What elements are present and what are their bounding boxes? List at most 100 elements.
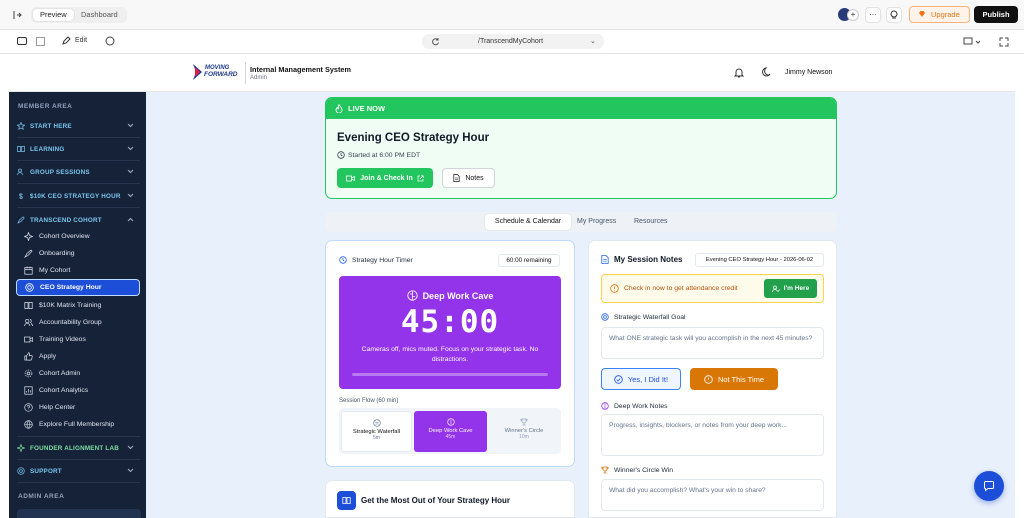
sidebar-section-founder-alignment[interactable]: FOUNDER ALIGNMENT LAB bbox=[17, 440, 140, 456]
sidebar-item-cohort-analytics[interactable]: Cohort Analytics bbox=[16, 382, 140, 398]
did-it-button[interactable]: Yes, I Did It! bbox=[601, 368, 681, 390]
refresh-icon[interactable] bbox=[431, 37, 440, 46]
avatar[interactable]: + bbox=[838, 8, 860, 22]
deep-work-input[interactable]: Progress, insights, blockers, or notes f… bbox=[601, 414, 824, 456]
url-bar[interactable]: /TranscendMyCohort ⌄ bbox=[422, 34, 604, 49]
sidebar-item-training-videos[interactable]: Training Videos bbox=[16, 331, 140, 347]
section-label: TRANSCEND COHORT bbox=[30, 216, 102, 224]
timer-title-label: Strategy Hour Timer bbox=[352, 256, 413, 264]
sidebar-item-label: Cohort Overview bbox=[39, 232, 90, 240]
sidebar-item-cohort-overview[interactable]: Cohort Overview bbox=[16, 228, 140, 244]
resource-card-title: Get the Most Out of Your Strategy Hour bbox=[361, 496, 511, 505]
book-open-icon bbox=[24, 301, 33, 310]
check-in-prompt: Check in now to get attendance credit bbox=[610, 284, 738, 293]
notes-label: Notes bbox=[465, 174, 484, 182]
join-check-in-button[interactable]: Join & Check In bbox=[337, 168, 433, 188]
sparkle-icon bbox=[17, 444, 25, 452]
sidebar-item-label: Training Videos bbox=[39, 335, 86, 343]
flow-step-strategic-waterfall[interactable]: Strategic Waterfall 5m bbox=[341, 411, 412, 452]
sidebar-item-help-center[interactable]: Help Center bbox=[16, 399, 140, 415]
grid-view-icon[interactable] bbox=[36, 37, 45, 46]
tab-my-progress[interactable]: My Progress bbox=[577, 214, 616, 230]
sidebar-item-accountability-group[interactable]: Accountability Group bbox=[16, 314, 140, 330]
sidebar-section-group-sessions[interactable]: GROUP SESSIONS bbox=[17, 164, 140, 180]
winner-input[interactable]: What did you accomplish? What's your win… bbox=[601, 479, 824, 511]
device-icon[interactable] bbox=[963, 37, 981, 47]
sidebar-section-start-here[interactable]: START HERE bbox=[17, 118, 140, 134]
flow-step-winners-circle[interactable]: Winner's Circle 10m bbox=[489, 411, 559, 452]
x-circle-icon bbox=[704, 374, 713, 384]
fullscreen-icon[interactable] bbox=[999, 37, 1009, 47]
check-in-alert: Check in now to get attendance credit I'… bbox=[601, 274, 824, 303]
moon-icon[interactable] bbox=[762, 67, 772, 77]
palette-icon[interactable] bbox=[105, 36, 115, 46]
chevron-down-icon[interactable]: ⌄ bbox=[590, 34, 596, 49]
did-it-label: Yes, I Did It! bbox=[627, 374, 669, 384]
sidebar-section-ceo-strategy-hour[interactable]: $10K CEO STRATEGY HOUR bbox=[17, 188, 140, 204]
thumbs-up-icon bbox=[24, 351, 33, 361]
alert-icon bbox=[610, 284, 619, 293]
sidebar-item-label: Onboarding bbox=[39, 249, 75, 257]
sidebar-item-label: $10K Matrix Training bbox=[39, 301, 102, 309]
tab-resources[interactable]: Resources bbox=[634, 214, 667, 230]
deep-work-label-text: Deep Work Notes bbox=[614, 402, 668, 410]
book-icon bbox=[17, 145, 25, 153]
url-text: /TranscendMyCohort bbox=[478, 38, 544, 45]
live-banner-label: LIVE NOW bbox=[348, 104, 386, 113]
sidebar-item-apply[interactable]: Apply bbox=[16, 348, 140, 364]
im-here-button[interactable]: I'm Here bbox=[764, 279, 817, 298]
bell-icon[interactable] bbox=[734, 67, 744, 78]
session-notes-title-label: My Session Notes bbox=[614, 255, 683, 264]
desktop-view-icon[interactable] bbox=[17, 37, 27, 45]
sidebar-item-label: Accountability Group bbox=[39, 318, 102, 326]
phase-title: Deep Work Cave bbox=[339, 290, 561, 301]
document-icon bbox=[601, 255, 609, 264]
waterfall-icon bbox=[372, 419, 381, 427]
github-icon[interactable] bbox=[886, 7, 902, 23]
users-icon bbox=[24, 318, 33, 327]
sidebar-item-onboarding[interactable]: Onboarding bbox=[16, 245, 140, 261]
tab-preview[interactable]: Preview bbox=[33, 9, 74, 21]
flame-icon bbox=[335, 104, 343, 113]
chevron-up-icon bbox=[127, 216, 134, 223]
upgrade-button[interactable]: Upgrade bbox=[909, 6, 970, 23]
publish-button[interactable]: Publish bbox=[974, 6, 1018, 23]
start-time-label: Started at 6:00 PM EDT bbox=[348, 151, 421, 159]
sidebar-item-matrix-training[interactable]: $10K Matrix Training bbox=[16, 297, 140, 313]
sidebar-item-ceo-strategy-hour[interactable]: CEO Strategy Hour bbox=[16, 279, 140, 296]
users-icon bbox=[17, 168, 25, 176]
session-flow-label: Session Flow (60 min) bbox=[339, 398, 399, 404]
sidebar-item-label: Explore Full Membership bbox=[39, 420, 115, 428]
sidebar-section-transcend-cohort[interactable]: TRANSCEND COHORT bbox=[17, 212, 140, 228]
chart-icon bbox=[24, 385, 33, 395]
chat-button[interactable] bbox=[974, 471, 1004, 501]
sidebar-item-label: Cohort Analytics bbox=[39, 386, 89, 394]
not-this-time-button[interactable]: Not This Time bbox=[690, 368, 778, 390]
im-here-label: I'm Here bbox=[783, 285, 810, 292]
tab-schedule-calendar[interactable]: Schedule & Calendar bbox=[485, 214, 571, 230]
edit-button[interactable]: Edit bbox=[62, 36, 87, 45]
flow-step-deep-work-cave[interactable]: Deep Work Cave 45m bbox=[414, 411, 487, 452]
clock-icon bbox=[337, 151, 345, 159]
sidebar-item-explore-membership[interactable]: Explore Full Membership bbox=[16, 416, 140, 432]
sidebar-section-support[interactable]: SUPPORT bbox=[17, 463, 140, 479]
sidebar-item-my-cohort[interactable]: My Cohort bbox=[16, 262, 140, 278]
more-icon[interactable]: ··· bbox=[865, 7, 881, 23]
user-name[interactable]: Jimmy Newson bbox=[785, 69, 832, 76]
goal-input[interactable]: What ONE strategic task will you accompl… bbox=[601, 327, 824, 359]
sidebar-section-learning[interactable]: LEARNING bbox=[17, 141, 140, 157]
session-notes-title: My Session Notes bbox=[601, 255, 682, 264]
edit-label: Edit bbox=[75, 37, 88, 44]
collapse-sidebar-icon[interactable] bbox=[9, 7, 25, 23]
session-select[interactable]: Evening CEO Strategy Hour - 2026-06-02 bbox=[695, 253, 824, 267]
tab-dashboard[interactable]: Dashboard bbox=[74, 9, 125, 21]
sidebar-item-cohort-admin[interactable]: Cohort Admin bbox=[16, 365, 140, 381]
admin-item[interactable] bbox=[17, 509, 141, 518]
flow-step-duration: 5m bbox=[373, 435, 380, 441]
company-logo[interactable]: MOVING FORWARD bbox=[192, 63, 242, 83]
winner-label: Winner's Circle Win bbox=[601, 466, 673, 474]
flow-step-duration: 45m bbox=[445, 434, 456, 440]
timer-progress-bar bbox=[352, 373, 548, 376]
notes-button[interactable]: Notes bbox=[442, 168, 495, 188]
chevron-down-icon bbox=[127, 145, 134, 152]
